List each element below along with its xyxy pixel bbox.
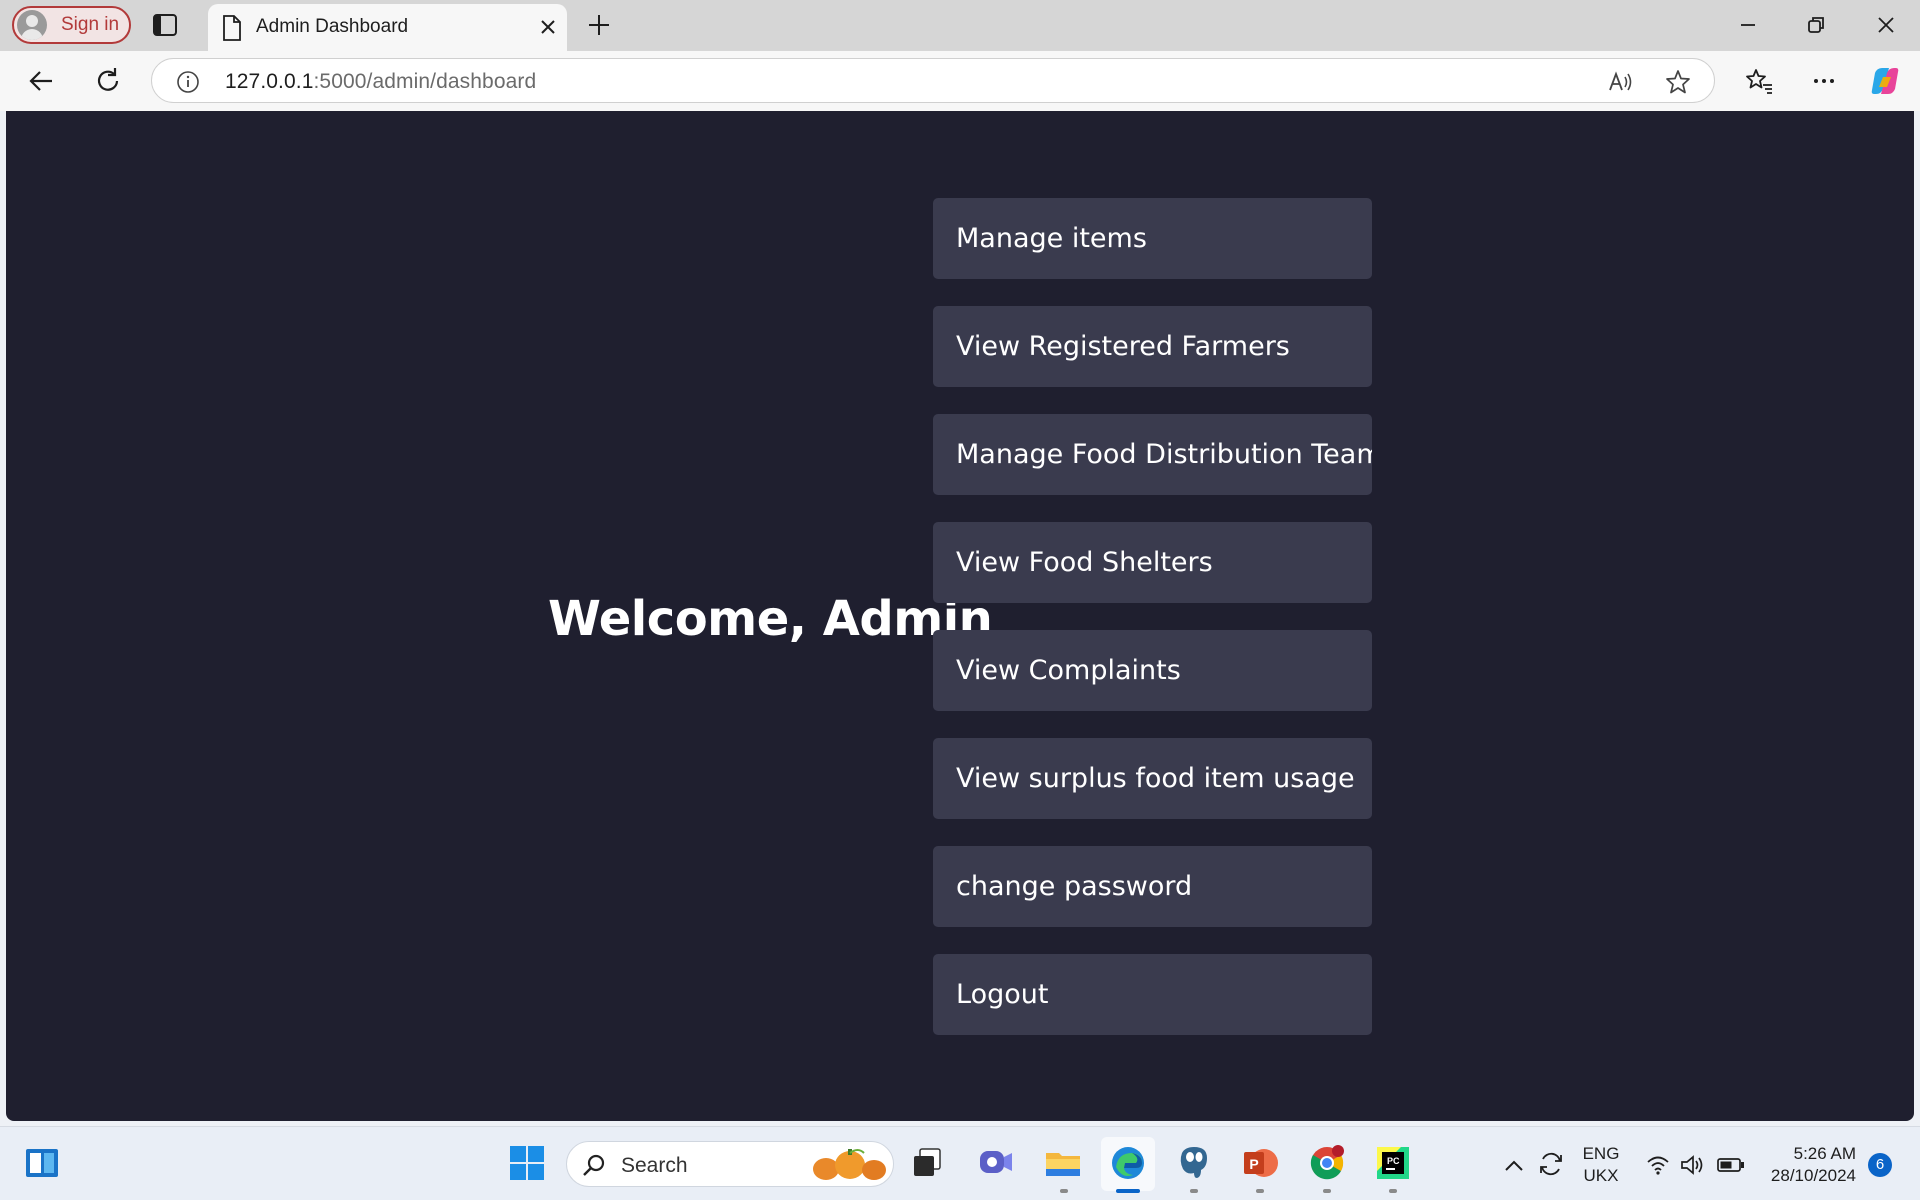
notification-badge[interactable]: 6: [1868, 1153, 1892, 1177]
svg-text:P: P: [1249, 1156, 1258, 1172]
pycharm-icon[interactable]: PC: [1373, 1143, 1413, 1183]
powerpoint-icon[interactable]: P: [1240, 1143, 1280, 1183]
new-tab-icon[interactable]: [585, 11, 613, 39]
search-icon: [583, 1154, 605, 1176]
taskbar-search[interactable]: Search: [566, 1141, 894, 1187]
tab-admin-dashboard[interactable]: Admin Dashboard: [208, 4, 567, 51]
running-indicator: [1190, 1189, 1198, 1193]
manage-food-distribution-teams-button[interactable]: Manage Food Distribution Teams: [933, 414, 1372, 495]
running-indicator: [1060, 1189, 1068, 1193]
sign-in-button[interactable]: Sign in: [12, 6, 131, 44]
edge-browser-icon[interactable]: [1108, 1143, 1148, 1183]
minimize-icon[interactable]: [1734, 11, 1762, 39]
profile-avatar-icon: [17, 10, 47, 40]
tab-title: Admin Dashboard: [256, 16, 409, 37]
close-window-icon[interactable]: [1872, 11, 1900, 39]
read-aloud-icon[interactable]: [1606, 68, 1634, 96]
favorites-icon[interactable]: [1743, 65, 1775, 97]
widgets-icon[interactable]: [22, 1143, 62, 1183]
search-label: Search: [621, 1154, 688, 1177]
page-document-icon: [223, 15, 241, 41]
language-indicator[interactable]: ENG UKX: [1578, 1143, 1624, 1187]
sync-icon[interactable]: [1536, 1149, 1566, 1179]
view-complaints-button[interactable]: View Complaints: [933, 630, 1372, 711]
welcome-heading: Welcome, Admin: [548, 591, 993, 647]
url-text[interactable]: 127.0.0.1:5000/admin/dashboard: [225, 70, 536, 94]
file-explorer-icon[interactable]: [1043, 1143, 1083, 1183]
tab-actions-icon[interactable]: [152, 12, 178, 38]
pumpkins-icon: [813, 1149, 886, 1180]
manage-items-button[interactable]: Manage items: [933, 198, 1372, 279]
address-bar[interactable]: 127.0.0.1:5000/admin/dashboard: [151, 58, 1715, 103]
back-icon[interactable]: [26, 65, 58, 97]
admin-dashboard-page: Welcome, Admin Manage items View Registe…: [6, 111, 1914, 1121]
logout-button[interactable]: Logout: [933, 954, 1372, 1035]
taskbar: Search P PC ENG UKX 5:26 AM 28/10/2024 6: [0, 1126, 1920, 1200]
running-indicator: [1389, 1189, 1397, 1193]
browser-toolbar: 127.0.0.1:5000/admin/dashboard: [0, 51, 1920, 111]
copilot-icon[interactable]: [1869, 65, 1901, 97]
clock[interactable]: 5:26 AM 28/10/2024: [1740, 1143, 1856, 1187]
admin-menu: Manage items View Registered Farmers Man…: [933, 198, 1372, 1062]
view-food-shelters-button[interactable]: View Food Shelters: [933, 522, 1372, 603]
running-indicator: [1323, 1189, 1331, 1193]
favorite-star-icon[interactable]: [1664, 68, 1692, 96]
postgresql-icon[interactable]: [1174, 1143, 1214, 1183]
tab-close-icon[interactable]: [537, 16, 559, 38]
refresh-icon[interactable]: [92, 65, 124, 97]
volume-icon[interactable]: [1678, 1151, 1706, 1179]
running-indicator: [1256, 1189, 1264, 1193]
svg-text:PC: PC: [1387, 1156, 1400, 1166]
teams-chat-icon[interactable]: [976, 1143, 1016, 1183]
more-options-icon[interactable]: [1808, 65, 1840, 97]
task-view-icon[interactable]: [907, 1143, 947, 1183]
view-surplus-food-item-usage-button[interactable]: View surplus food item usage: [933, 738, 1372, 819]
change-password-button[interactable]: change password: [933, 846, 1372, 927]
sign-in-label: Sign in: [61, 14, 120, 35]
site-info-icon[interactable]: [176, 70, 200, 94]
wifi-icon[interactable]: [1644, 1151, 1672, 1179]
restore-icon[interactable]: [1802, 11, 1830, 39]
browser-titlebar: Sign in Admin Dashboard: [0, 0, 1920, 51]
view-registered-farmers-button[interactable]: View Registered Farmers: [933, 306, 1372, 387]
active-indicator: [1116, 1189, 1140, 1193]
chrome-icon[interactable]: [1307, 1143, 1347, 1183]
chevron-up-icon[interactable]: [1500, 1152, 1528, 1180]
start-windows-icon[interactable]: [507, 1143, 547, 1183]
